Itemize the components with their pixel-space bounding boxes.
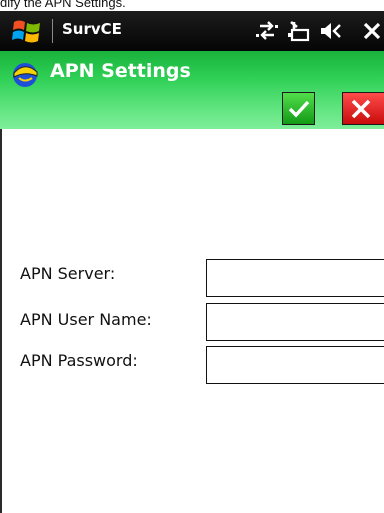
apn-password-label: APN Password: xyxy=(20,351,138,370)
apn-server-label: APN Server: xyxy=(20,264,116,283)
apn-server-input[interactable] xyxy=(206,259,384,297)
caption-strip: dify the APN Settings. xyxy=(0,0,384,11)
helmet-icon xyxy=(10,59,40,89)
page-title: APN Settings xyxy=(50,60,191,82)
cancel-button[interactable] xyxy=(342,92,384,125)
windows-start-logo-icon[interactable] xyxy=(11,17,43,45)
screen-left-border xyxy=(0,129,2,513)
app-title: SurvCE xyxy=(62,20,122,38)
checkmark-icon xyxy=(288,100,309,117)
apn-user-name-label: APN User Name: xyxy=(20,310,152,329)
speaker-muted-icon[interactable] xyxy=(318,19,344,43)
caption-text: dify the APN Settings. xyxy=(0,0,126,10)
x-icon xyxy=(351,99,371,118)
close-icon[interactable] xyxy=(360,19,384,43)
ok-button[interactable] xyxy=(282,92,315,125)
apn-settings-screen: dify the APN Settings. SurvCE APN Settin… xyxy=(0,0,384,513)
header-bar: APN Settings xyxy=(0,51,384,129)
battery-charging-icon[interactable] xyxy=(286,19,312,43)
taskbar: SurvCE xyxy=(0,11,384,51)
apn-user-name-input[interactable] xyxy=(206,303,384,341)
connectivity-icon[interactable] xyxy=(254,19,280,43)
taskbar-separator xyxy=(52,19,53,43)
apn-password-input[interactable] xyxy=(206,346,384,384)
